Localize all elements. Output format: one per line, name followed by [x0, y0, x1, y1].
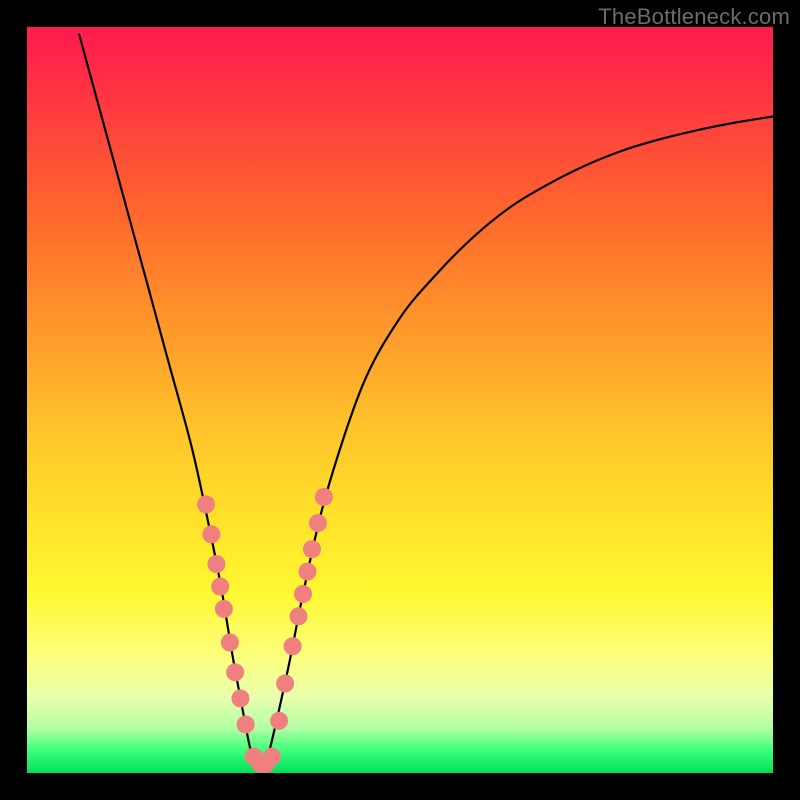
highlighted-point: [215, 600, 233, 618]
highlighted-point: [231, 689, 249, 707]
highlighted-marker-group: [197, 488, 333, 773]
highlighted-point: [290, 607, 308, 625]
highlighted-point: [237, 716, 255, 734]
highlighted-point: [202, 525, 220, 543]
highlighted-point: [211, 578, 229, 596]
highlighted-point: [226, 663, 244, 681]
highlighted-point: [197, 495, 215, 513]
highlighted-point: [315, 488, 333, 506]
highlighted-point: [208, 555, 226, 573]
highlighted-point: [299, 563, 317, 581]
highlighted-point: [221, 634, 239, 652]
bottleneck-curve-line: [79, 35, 773, 768]
chart-svg: [27, 27, 773, 773]
watermark-text: TheBottleneck.com: [598, 4, 790, 30]
highlighted-point: [309, 514, 327, 532]
highlighted-point: [303, 540, 321, 558]
highlighted-point: [294, 585, 312, 603]
chart-plot-area: [27, 27, 773, 773]
highlighted-point: [276, 675, 294, 693]
highlighted-point: [270, 712, 288, 730]
highlighted-point: [263, 748, 281, 766]
highlighted-point: [284, 637, 302, 655]
